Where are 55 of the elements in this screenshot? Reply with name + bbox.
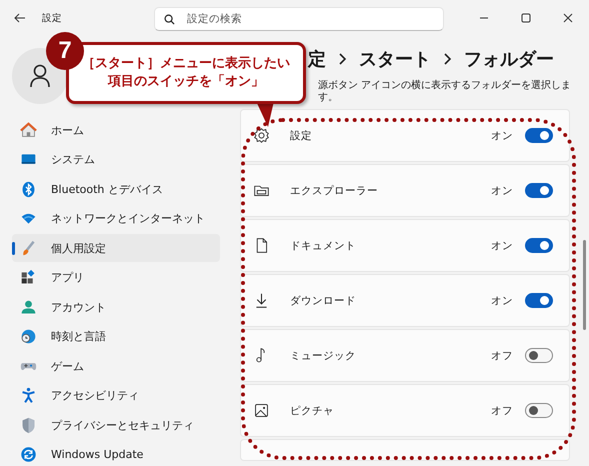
update-icon [20, 446, 37, 463]
toggle-state-label: オン [491, 184, 513, 198]
picture-icon [253, 402, 270, 419]
accessibility-icon [20, 387, 37, 404]
toggle-switch[interactable] [525, 293, 553, 308]
toggle-state-label: オン [491, 128, 513, 142]
page-description: 源ボタン アイコンの横に表示するフォルダーを選択します。 [318, 80, 572, 105]
search-icon [164, 14, 175, 25]
toggle-switch[interactable] [525, 348, 553, 363]
window-title: 設定 [42, 12, 63, 24]
person-icon [29, 64, 51, 88]
apps-icon [20, 269, 37, 286]
callout-text: ［スタート］メニューに表示したい [82, 55, 290, 73]
breadcrumb-item[interactable]: 定 [308, 47, 326, 71]
setting-label: エクスプローラー [290, 184, 379, 198]
sidebar-item[interactable]: プライバシーとセキュリティ [12, 411, 220, 439]
sidebar-item[interactable]: Windows Update [12, 440, 220, 466]
breadcrumb-item[interactable]: フォルダー [464, 47, 554, 71]
sidebar-item[interactable]: アプリ [12, 264, 220, 292]
sidebar-item[interactable]: アカウント [12, 293, 220, 321]
scrollbar[interactable] [583, 240, 586, 330]
toggle-state-label: オフ [491, 404, 513, 418]
toggle-state-label: オン [491, 294, 513, 308]
toggle-switch[interactable] [525, 238, 553, 253]
toggle-switch[interactable] [525, 183, 553, 198]
setting-label: 設定 [290, 128, 313, 142]
sidebar-item[interactable]: ゲーム [12, 352, 220, 380]
sidebar-item[interactable]: ホーム [12, 116, 220, 144]
bluetooth-icon [20, 180, 37, 198]
toggle-state-label: オフ [491, 348, 513, 362]
settings-icon [253, 127, 270, 144]
sidebar-item[interactable]: システム [12, 146, 220, 174]
shield-icon [20, 416, 37, 434]
step-number: 7 [46, 32, 84, 70]
back-icon[interactable] [14, 13, 26, 23]
sidebar-item[interactable]: アクセシビリティ [12, 382, 220, 410]
breadcrumb-item[interactable]: スタート [359, 47, 431, 71]
setting-label: ダウンロード [290, 294, 357, 308]
home-icon [20, 122, 37, 138]
toggle-state-label: オン [491, 238, 513, 252]
sidebar-item[interactable]: Bluetooth とデバイス [12, 175, 220, 203]
globe-clock-icon [20, 328, 37, 345]
sidebar-item[interactable]: 個人用設定 [12, 234, 220, 262]
toggle-switch[interactable] [525, 403, 553, 418]
search-field[interactable]: 設定の検索 [154, 7, 444, 31]
setting-label: ドキュメント [290, 238, 357, 252]
chevron-icon [443, 53, 452, 65]
chevron-icon [338, 53, 347, 65]
sidebar-item[interactable]: ネットワークとインターネット [12, 204, 220, 232]
sidebar-item[interactable]: 時刻と言語 [12, 322, 220, 350]
person-icon [20, 298, 37, 316]
setting-label: ミュージック [290, 348, 357, 362]
callout-text: 項目のスイッチを「オン」 [108, 73, 264, 91]
toggle-switch[interactable] [525, 128, 553, 143]
setting-label: ピクチャ [290, 404, 335, 418]
